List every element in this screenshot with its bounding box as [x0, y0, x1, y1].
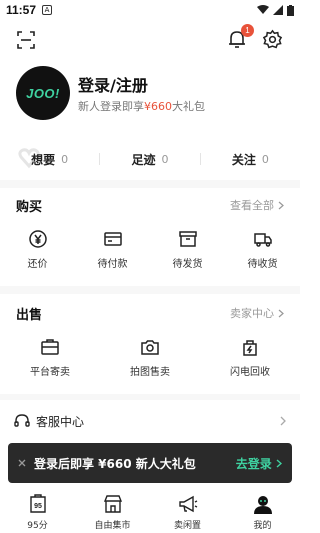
- sell-icons: 平台寄卖 拍图售卖 闪电回收: [0, 337, 300, 381]
- seller-center-link[interactable]: 卖家中心: [230, 305, 284, 321]
- bottom-tab-bar: 95 95分 自由集市 卖闲置 我的: [0, 490, 300, 533]
- status-time: 11:57: [6, 3, 37, 17]
- headset-icon: [14, 414, 30, 427]
- notification-badge: 1: [241, 24, 254, 37]
- purchase-pending-payment[interactable]: 待付款: [75, 229, 150, 273]
- profile-card[interactable]: JOO! 登录/注册 新人登录即享¥660大礼包: [16, 66, 286, 120]
- purchase-bargain[interactable]: 还价: [0, 229, 75, 273]
- new-user-gift-text: 新人登录即享¥660大礼包: [78, 98, 205, 114]
- gift-amount: ¥660: [144, 100, 172, 113]
- stat-label: 想要: [31, 152, 56, 167]
- sell-label: 拍图售卖: [130, 367, 170, 378]
- signal-icon: [273, 5, 283, 15]
- view-all-label: 查看全部: [230, 199, 274, 212]
- customer-service-label: 客服中心: [36, 414, 85, 429]
- sell-flash-recycle[interactable]: 闪电回收: [200, 337, 300, 381]
- tab-label: 我的: [253, 521, 272, 531]
- stat-following[interactable]: 关注 0: [201, 151, 300, 168]
- yen-coin-icon: [28, 230, 47, 248]
- purchase-label: 待发货: [172, 259, 203, 270]
- tab-95[interactable]: 95 95分: [0, 490, 75, 533]
- stat-wishlist[interactable]: 想要 0: [0, 151, 99, 168]
- megaphone-icon: [178, 495, 197, 513]
- purchase-label: 待收货: [247, 259, 278, 270]
- tab-market[interactable]: 自由集市: [75, 490, 150, 533]
- stat-count: 0: [261, 152, 269, 166]
- scan-icon[interactable]: [16, 30, 36, 50]
- sell-title: 出售: [16, 307, 43, 323]
- login-promo-banner[interactable]: 登录后即享 ¥660 新人大礼包 去登录: [8, 443, 292, 483]
- status-bar: 11:57 A: [0, 0, 300, 20]
- stats-row: 想要 0 足迹 0 关注 0: [0, 146, 300, 172]
- stat-label: 关注: [231, 152, 256, 167]
- section-separator: [0, 180, 300, 188]
- gift-suffix: 大礼包: [172, 100, 205, 113]
- 95-glyph: 95: [34, 503, 42, 510]
- customer-service-row[interactable]: 客服中心: [14, 410, 286, 432]
- section-separator: [0, 394, 300, 400]
- go-login-label: 去登录: [235, 456, 272, 471]
- status-indicators: [257, 4, 294, 16]
- top-bar: 1: [0, 24, 300, 54]
- purchase-pending-receipt[interactable]: 待收货: [225, 229, 300, 273]
- purchase-title: 购买: [16, 199, 43, 215]
- sell-label: 平台寄卖: [30, 367, 70, 378]
- stat-label: 足迹: [131, 152, 156, 167]
- avatar-logo-text: JOO!: [26, 85, 60, 101]
- tab-sell-idle[interactable]: 卖闲置: [150, 490, 225, 533]
- banner-message: 登录后即享 ¥660 新人大礼包: [34, 456, 196, 471]
- login-register-link[interactable]: 登录/注册: [78, 72, 148, 96]
- chevron-right-icon: [276, 458, 283, 468]
- tab-label: 自由集市: [94, 521, 131, 531]
- camera-icon: [141, 340, 159, 355]
- bag-icon: [243, 340, 257, 356]
- avatar[interactable]: JOO!: [16, 66, 70, 120]
- purchase-section-header: 购买 查看全部: [16, 195, 284, 215]
- section-separator: [0, 286, 300, 294]
- battery-icon: [287, 4, 294, 16]
- briefcase-icon: [41, 339, 59, 355]
- notification-button[interactable]: 1: [226, 24, 254, 50]
- gear-icon[interactable]: [262, 29, 283, 50]
- sell-photo[interactable]: 拍图售卖: [100, 337, 200, 381]
- purchase-label: 待付款: [97, 259, 128, 270]
- wifi-icon: [257, 5, 269, 14]
- sell-section-header: 出售 卖家中心: [16, 303, 284, 323]
- truck-icon: [253, 233, 272, 247]
- go-login-button[interactable]: 去登录: [235, 455, 283, 472]
- seller-center-label: 卖家中心: [230, 307, 274, 320]
- stat-count: 0: [161, 152, 169, 166]
- chevron-right-icon: [280, 416, 286, 426]
- tab-label: 卖闲置: [173, 521, 201, 531]
- stat-count: 0: [61, 152, 69, 166]
- purchase-label: 还价: [27, 259, 48, 270]
- sell-label: 闪电回收: [230, 367, 270, 378]
- market-icon: [103, 495, 122, 513]
- notification-icon: A: [42, 5, 53, 15]
- view-all-orders-link[interactable]: 查看全部: [230, 197, 284, 213]
- chevron-right-icon: [278, 309, 284, 317]
- sell-consignment[interactable]: 平台寄卖: [0, 337, 100, 381]
- tab-profile[interactable]: 我的: [225, 490, 300, 533]
- chevron-right-icon: [278, 201, 284, 209]
- purchase-pending-shipment[interactable]: 待发货: [150, 229, 225, 273]
- profile-icon: [253, 496, 272, 514]
- wallet-icon: [103, 232, 122, 246]
- tab-label: 95分: [27, 521, 48, 531]
- box-icon: [178, 231, 197, 247]
- gift-prefix: 新人登录即享: [78, 100, 144, 113]
- close-icon[interactable]: [18, 459, 26, 467]
- purchase-icons: 还价 待付款 待发货 待收货: [0, 229, 300, 273]
- stat-history[interactable]: 足迹 0: [100, 151, 199, 168]
- 95-icon: 95: [29, 494, 46, 513]
